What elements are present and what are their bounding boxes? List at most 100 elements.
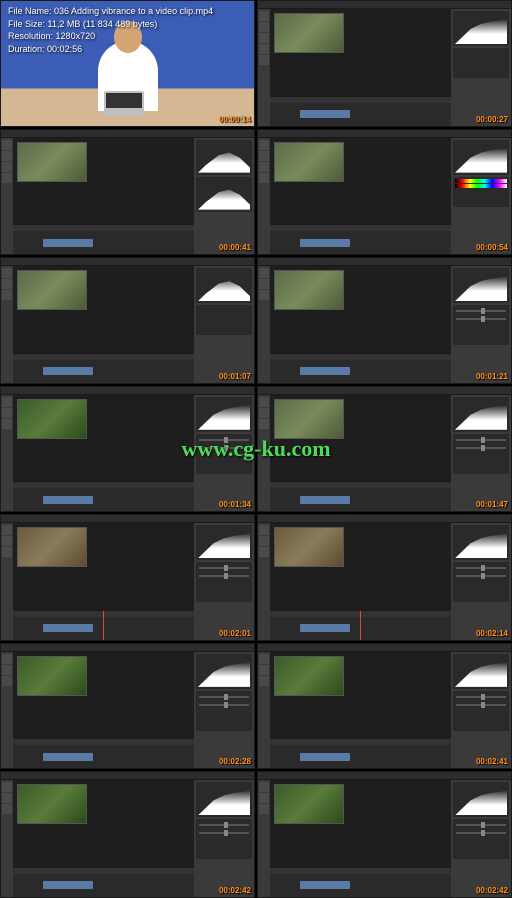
- thumbnail-9[interactable]: 00:02:14: [257, 514, 512, 641]
- timeline-clip: [43, 239, 93, 247]
- slider-row: [456, 830, 506, 836]
- slider-track: [456, 575, 506, 577]
- ps-tool-icon: [259, 290, 269, 300]
- ps-panels: [451, 652, 511, 769]
- ps-toolbar: [258, 138, 270, 255]
- histogram-panel: [196, 654, 252, 689]
- playhead-icon: [360, 611, 361, 640]
- histogram-panel: [453, 654, 509, 689]
- ps-toolbar: [1, 780, 13, 897]
- ps-tool-icon: [259, 151, 269, 161]
- thumbnail-12[interactable]: 00:02:42: [0, 771, 255, 898]
- histogram-panel: [196, 782, 252, 817]
- ps-toolbar: [1, 523, 13, 640]
- timeline-clip: [43, 881, 93, 889]
- thumbnail-7[interactable]: 00:01:47: [257, 386, 512, 513]
- ps-timeline: [270, 867, 451, 897]
- histogram-shape: [455, 533, 507, 558]
- ps-main: [258, 395, 511, 512]
- ps-canvas: [13, 523, 194, 610]
- timestamp-10: 00:02:28: [219, 757, 251, 766]
- ps-panels: [451, 138, 511, 255]
- ps-menubar: [1, 130, 254, 138]
- vibrance-panel: [196, 434, 252, 474]
- histogram-shape: [198, 533, 250, 558]
- timestamp-5: 00:01:21: [476, 372, 508, 381]
- ps-main: [1, 523, 254, 640]
- video-frame: [274, 656, 344, 696]
- video-frame: [17, 656, 87, 696]
- thumbnail-11[interactable]: 00:02:41: [257, 643, 512, 770]
- file-size-value: 11,2 MB (11 834 489 bytes): [48, 19, 158, 29]
- ps-menubar: [258, 772, 511, 780]
- file-info-overlay: File Name: 036 Adding vibrance to a vide…: [8, 5, 213, 55]
- ps-center: [270, 523, 451, 640]
- timeline-track: [270, 231, 451, 254]
- ps-canvas: [13, 138, 194, 225]
- slider-track: [199, 824, 249, 826]
- slider-track: [456, 447, 506, 449]
- resolution-label: Resolution:: [8, 31, 53, 41]
- ps-tool-icon: [2, 140, 12, 150]
- timestamp-1: 00:00:27: [476, 115, 508, 124]
- ps-timeline: [13, 867, 194, 897]
- slider-track: [199, 439, 249, 441]
- color-strip: [455, 179, 507, 183]
- ps-tool-icon: [2, 290, 12, 300]
- ps-menubar: [258, 644, 511, 652]
- ps-canvas: [270, 652, 451, 739]
- thumbnail-1[interactable]: 00:00:27: [257, 0, 512, 127]
- slider-track: [199, 704, 249, 706]
- timeline-track: [270, 488, 451, 511]
- ps-timeline: [270, 481, 451, 511]
- histogram-shape: [455, 405, 507, 430]
- slider-row: [199, 830, 249, 836]
- timestamp-0: 00:00:14: [219, 115, 251, 124]
- ps-canvas: [13, 266, 194, 353]
- slider-track: [456, 696, 506, 698]
- video-frame: [274, 399, 344, 439]
- thumbnail-8[interactable]: 00:02:01: [0, 514, 255, 641]
- thumbnail-5[interactable]: 00:01:21: [257, 257, 512, 384]
- histogram-panel: [453, 140, 509, 175]
- timestamp-13: 00:02:42: [476, 886, 508, 895]
- video-frame: [274, 13, 344, 53]
- thumbnail-3[interactable]: 00:00:54: [257, 129, 512, 256]
- ps-center: [13, 395, 194, 512]
- thumbnail-2[interactable]: 00:00:41: [0, 129, 255, 256]
- ps-tool-icon: [259, 804, 269, 814]
- timeline-track: [270, 103, 451, 126]
- thumbnail-4[interactable]: 00:01:07: [0, 257, 255, 384]
- thumbnail-10[interactable]: 00:02:28: [0, 643, 255, 770]
- vibrance-panel: [453, 305, 509, 345]
- ps-menubar: [1, 258, 254, 266]
- ps-tool-icon: [259, 782, 269, 792]
- duration-value: 00:02:56: [47, 44, 82, 54]
- ps-main: [1, 138, 254, 255]
- ps-menubar: [258, 387, 511, 395]
- timeline-clip: [43, 496, 93, 504]
- ps-tool-icon: [2, 408, 12, 418]
- slider-row: [456, 822, 506, 828]
- histogram-shape: [455, 19, 507, 44]
- ps-canvas: [13, 395, 194, 482]
- ps-timeline: [270, 353, 451, 383]
- ps-menubar: [258, 515, 511, 523]
- ps-tool-icon: [2, 397, 12, 407]
- slider-track: [456, 567, 506, 569]
- timeline-clip: [300, 367, 350, 375]
- ps-panels: [194, 395, 254, 512]
- ps-main: [1, 266, 254, 383]
- thumbnail-6[interactable]: 00:01:34: [0, 386, 255, 513]
- histogram-panel: [453, 268, 509, 303]
- histogram-shape: [198, 790, 250, 815]
- ps-menubar: [1, 515, 254, 523]
- ps-tool-icon: [2, 804, 12, 814]
- ps-main: [258, 9, 511, 126]
- ps-toolbar: [258, 652, 270, 769]
- video-frame: [17, 142, 87, 182]
- vibrance-panel: [453, 691, 509, 731]
- timestamp-2: 00:00:41: [219, 243, 251, 252]
- slider-track: [199, 447, 249, 449]
- thumbnail-13[interactable]: 00:02:42: [257, 771, 512, 898]
